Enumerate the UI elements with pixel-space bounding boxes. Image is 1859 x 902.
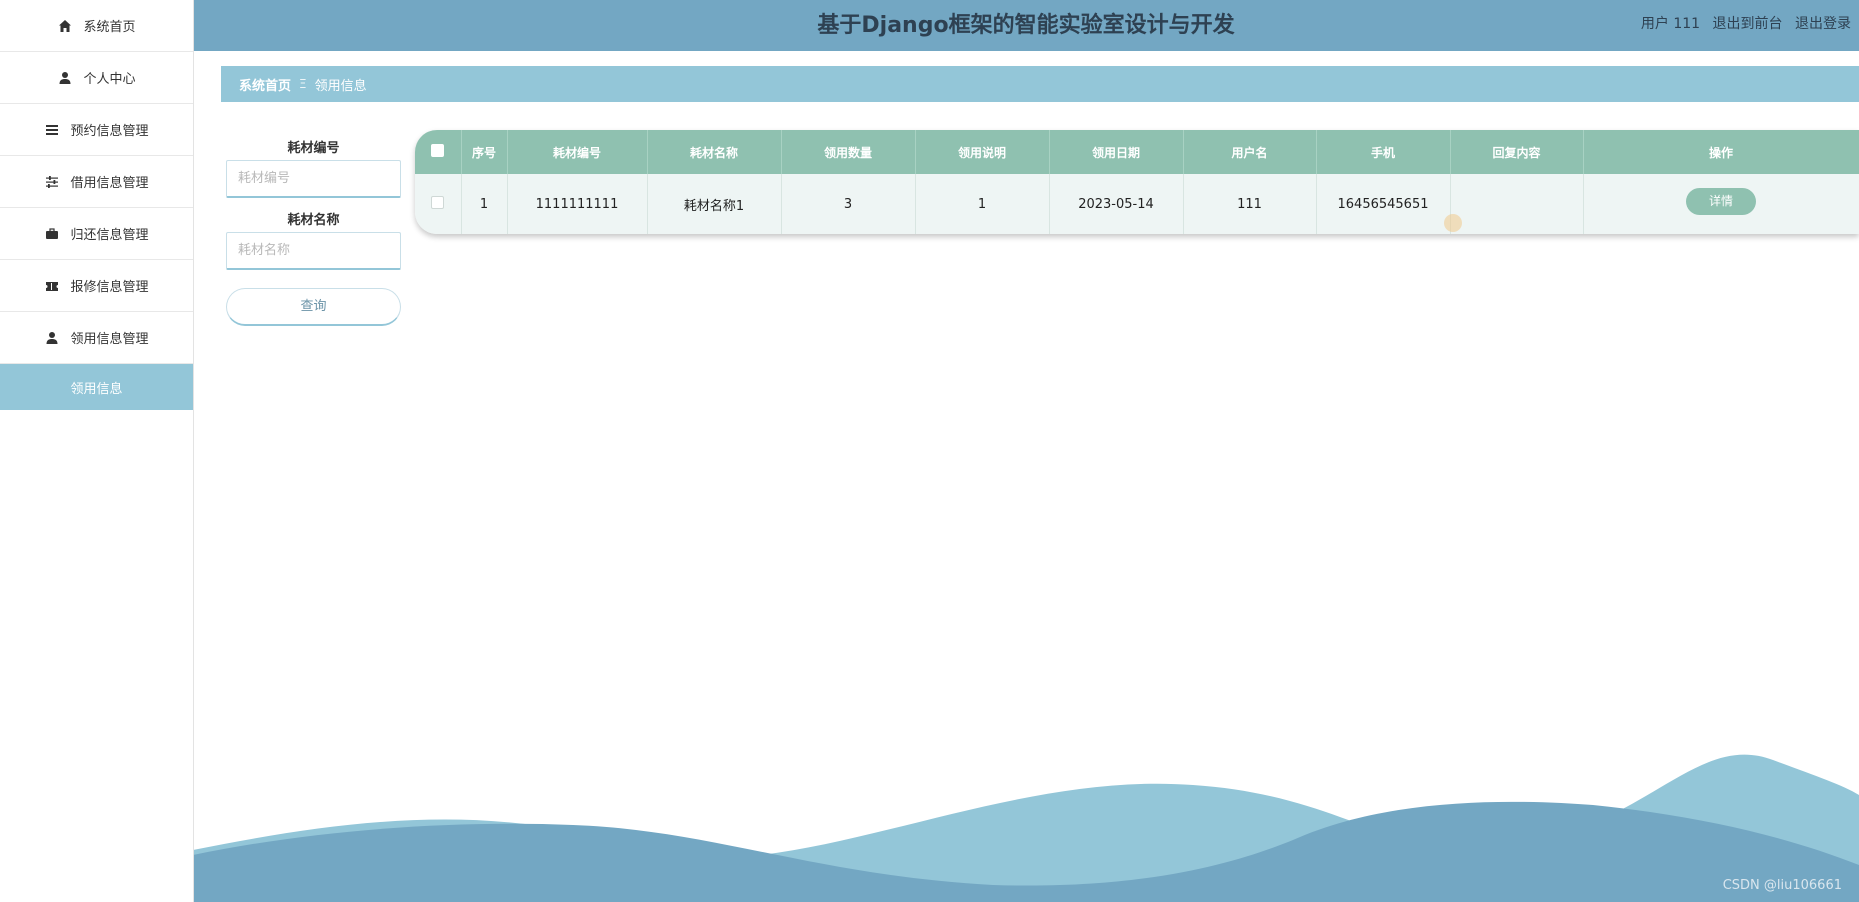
column-header[interactable]: 操作 bbox=[1583, 130, 1859, 174]
sidebar-item-label: 借用信息管理 bbox=[70, 176, 149, 191]
back-to-front-link[interactable]: 退出到前台 bbox=[1713, 16, 1783, 32]
cell-action: 详情 bbox=[1583, 174, 1859, 234]
list-icon bbox=[44, 122, 60, 138]
cell-code: 1111111111 bbox=[507, 174, 648, 234]
sidebar: 系统首页 个人中心 预约信息管理 借用信息管理 归还信息管理 报修信息管理 领用… bbox=[0, 0, 194, 902]
data-table: 序号 耗材编号 耗材名称 领用数量 领用说明 领用日期 用户名 手机 回复内容 … bbox=[415, 130, 1859, 234]
sidebar-item-label: 预约信息管理 bbox=[70, 124, 149, 139]
column-header[interactable]: 耗材名称 bbox=[647, 130, 782, 174]
sidebar-item-home[interactable]: 系统首页 bbox=[0, 0, 193, 52]
cell-index: 1 bbox=[460, 174, 508, 234]
column-header[interactable]: 领用说明 bbox=[915, 130, 1050, 174]
sidebar-item-label: 系统首页 bbox=[83, 20, 136, 35]
column-header[interactable]: 领用数量 bbox=[781, 130, 916, 174]
sidebar-item-borrow[interactable]: 借用信息管理 bbox=[0, 156, 193, 208]
code-field-label: 耗材编号 bbox=[287, 141, 340, 156]
cell-username: 111 bbox=[1183, 174, 1317, 234]
user-icon bbox=[44, 330, 60, 346]
sidebar-item-label: 领用信息管理 bbox=[70, 332, 149, 347]
user-bar: 用户 111 退出到前台 退出登录 bbox=[1641, 0, 1859, 51]
sidebar-item-repair[interactable]: 报修信息管理 bbox=[0, 260, 193, 312]
cell-name: 耗材名称1 bbox=[647, 174, 782, 234]
sidebar-item-label: 归还信息管理 bbox=[70, 228, 149, 243]
data-table-container: 序号 耗材编号 耗材名称 领用数量 领用说明 领用日期 用户名 手机 回复内容 … bbox=[415, 130, 1859, 234]
current-user: 用户 111 bbox=[1640, 16, 1701, 32]
sidebar-item-requisition[interactable]: 领用信息管理 bbox=[0, 312, 193, 364]
cell-quantity: 3 bbox=[781, 174, 916, 234]
column-header[interactable]: 序号 bbox=[461, 130, 508, 174]
cell-note: 1 bbox=[915, 174, 1050, 234]
top-header: 基于Django框架的智能实验室设计与开发 用户 111 退出到前台 退出登录 bbox=[193, 0, 1859, 51]
column-header[interactable]: 用户名 bbox=[1183, 130, 1317, 174]
detail-button[interactable]: 详情 bbox=[1686, 187, 1756, 215]
sidebar-subitem-requisition-info[interactable]: 领用信息 bbox=[0, 364, 193, 410]
ticket-icon bbox=[44, 278, 60, 294]
sidebar-item-reservation[interactable]: 预约信息管理 bbox=[0, 104, 193, 156]
column-header[interactable]: 回复内容 bbox=[1450, 130, 1584, 174]
page-title: 基于Django框架的智能实验室设计与开发 bbox=[817, 13, 1235, 38]
briefcase-icon bbox=[44, 226, 60, 242]
name-field-label: 耗材名称 bbox=[287, 213, 340, 228]
search-panel: 耗材编号 耗材名称 查询 bbox=[226, 138, 401, 326]
logout-link[interactable]: 退出登录 bbox=[1795, 16, 1851, 32]
person-icon bbox=[57, 70, 73, 86]
home-icon bbox=[57, 18, 73, 34]
code-search-input[interactable] bbox=[226, 160, 401, 198]
name-search-input[interactable] bbox=[226, 232, 401, 270]
sliders-icon bbox=[44, 174, 60, 190]
breadcrumb-home[interactable]: 系统首页 bbox=[239, 75, 291, 94]
cell-date: 2023-05-14 bbox=[1048, 174, 1184, 234]
table-row: 1 1111111111 耗材名称1 3 1 2023-05-14 111 16… bbox=[415, 174, 1859, 234]
breadcrumb-current: 领用信息 bbox=[314, 78, 367, 94]
breadcrumb: 系统首页 Ξ 领用信息 bbox=[221, 66, 1859, 102]
table-header-row: 序号 耗材编号 耗材名称 领用数量 领用说明 领用日期 用户名 手机 回复内容 … bbox=[415, 130, 1859, 174]
column-header[interactable]: 耗材编号 bbox=[507, 130, 648, 174]
sidebar-item-return[interactable]: 归还信息管理 bbox=[0, 208, 193, 260]
cell-phone: 16456545651 bbox=[1316, 174, 1451, 234]
mouse-cursor-indicator bbox=[1444, 214, 1462, 232]
sidebar-item-profile[interactable]: 个人中心 bbox=[0, 52, 193, 104]
cell-reply bbox=[1449, 174, 1584, 234]
decorative-waves bbox=[193, 754, 1859, 902]
column-header[interactable]: 领用日期 bbox=[1049, 130, 1184, 174]
query-button[interactable]: 查询 bbox=[226, 288, 401, 326]
breadcrumb-separator-icon: Ξ bbox=[299, 77, 307, 91]
select-all-checkbox[interactable] bbox=[415, 130, 462, 174]
sidebar-subitem-label: 领用信息 bbox=[70, 381, 123, 397]
sidebar-item-label: 报修信息管理 bbox=[70, 280, 149, 295]
column-header[interactable]: 手机 bbox=[1316, 130, 1451, 174]
row-checkbox[interactable] bbox=[415, 174, 462, 234]
sidebar-item-label: 个人中心 bbox=[83, 72, 136, 87]
watermark: CSDN @liu106661 bbox=[1722, 878, 1842, 893]
